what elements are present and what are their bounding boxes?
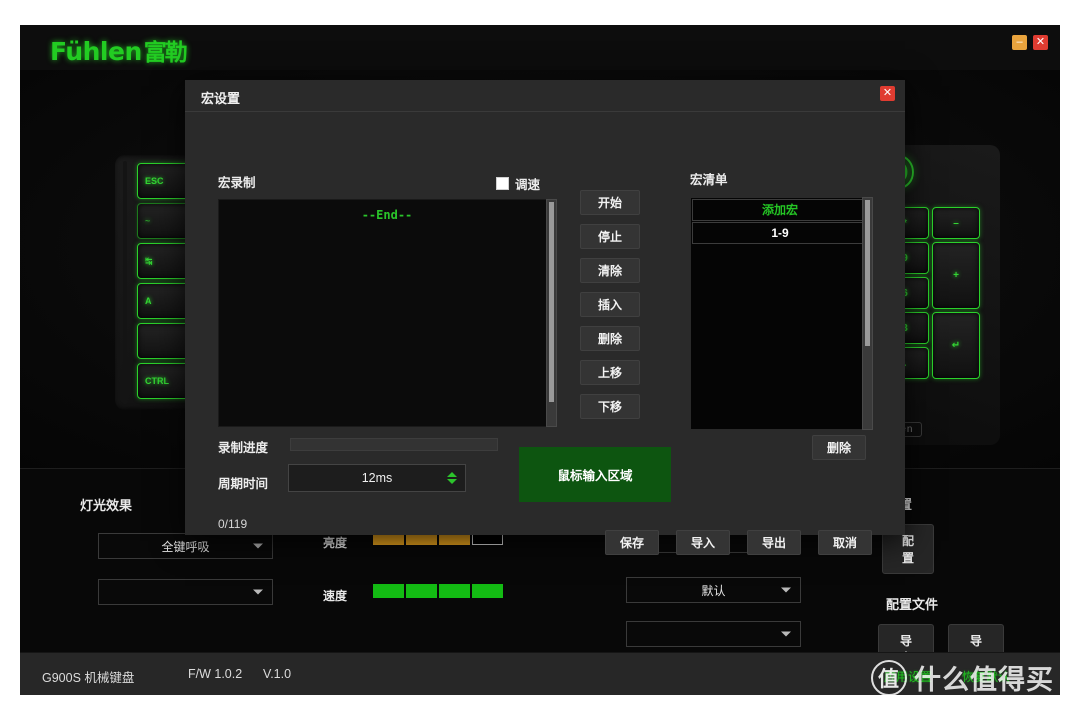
save-button[interactable]: 保存 [605,530,659,555]
status-version: V.1.0 [263,667,292,681]
chevron-down-icon [781,587,791,593]
status-bar: G900S 机械键盘 F/W 1.0.2 V.1.0 应用设置 恢复默认 [20,652,1060,695]
macro-list-label: 宏清单 [690,173,728,187]
status-firmware: F/W 1.0.2 [188,667,243,681]
macro-action-buttons: 开始 停止 清除 插入 删除 上移 下移 [580,190,640,428]
brightness-label: 亮度 [323,536,348,550]
cycle-time-stepper[interactable]: 12ms [288,464,466,492]
delete-row-button[interactable]: 删除 [580,326,640,351]
speed-adjust-checkbox[interactable] [496,177,509,190]
speed-seg[interactable] [439,584,470,598]
chevron-down-icon [253,543,263,549]
stepper-up-icon[interactable] [447,472,457,477]
restore-defaults-link[interactable]: 恢复默认 [962,668,1010,685]
speed-seg[interactable] [472,584,503,598]
lighting-section-title: 灯光效果 [80,498,133,513]
application-window: Fühlen富勒 – ✕ ESC ~ ↹ A CTRL Ⓓ * – [20,25,1060,695]
key-plus[interactable]: + [932,242,980,309]
macro-list-scrollbar[interactable] [862,197,873,430]
lighting-effect-select[interactable]: 全键呼吸 [98,533,273,559]
minimize-icon[interactable]: – [1012,35,1027,50]
mode-select[interactable]: 默认 [626,577,801,603]
dialog-header: 宏设置 ✕ [185,80,905,112]
record-progress-bar [290,438,498,451]
status-device: G900S 机械键盘 [42,671,135,685]
stepper-arrows-icon[interactable] [447,472,457,484]
mode-select-value: 默认 [701,583,726,598]
macro-record-label: 宏录制 [218,176,256,190]
macro-counter: 0/119 [218,517,248,531]
export-button[interactable]: 导出 [747,530,801,555]
speed-label: 速度 [323,589,348,603]
mouse-input-zone[interactable]: 鼠标输入区域 [519,447,671,502]
insert-button[interactable]: 插入 [580,292,640,317]
title-bar: Fühlen富勒 – ✕ [20,25,1060,70]
record-area-scrollbar[interactable] [546,199,557,427]
apply-settings-link[interactable]: 应用设置 [884,668,932,685]
macro-list[interactable]: 添加宏 1-9 [690,197,870,430]
extra-select[interactable] [626,621,801,647]
macro-list-add-item[interactable]: 添加宏 [692,199,868,221]
stop-button[interactable]: 停止 [580,224,640,249]
speed-adjust-checkbox-row[interactable]: 调速 [496,174,540,193]
speed-seg[interactable] [373,584,404,598]
dialog-close-icon[interactable]: ✕ [880,86,895,101]
dialog-footer-buttons: 保存 导入 导出 取消 [605,530,872,555]
scrollbar-thumb[interactable] [549,202,554,402]
lighting-effect-select-2[interactable] [98,579,273,605]
dialog-title: 宏设置 [201,91,241,106]
window-controls: – ✕ [1012,35,1048,50]
brand-logo-latin: Fühlen [50,37,142,66]
cycle-time-label: 周期时间 [218,477,269,491]
macro-settings-dialog: 宏设置 ✕ 宏录制 调速 --End-- 开始 停止 清除 插入 删除 上移 下… [185,80,905,555]
record-progress-label: 录制进度 [218,441,269,455]
key-minus[interactable]: – [932,207,980,239]
move-up-button[interactable]: 上移 [580,360,640,385]
dialog-body: 宏录制 调速 --End-- 开始 停止 清除 插入 删除 上移 下移 宏清单 [185,112,905,555]
lighting-effect-value: 全键呼吸 [161,539,210,554]
profile-section-title: 配置文件 [886,597,939,612]
chevron-down-icon [253,589,263,595]
brand-logo: Fühlen富勒 [50,33,188,67]
move-down-button[interactable]: 下移 [580,394,640,419]
key-enter[interactable]: ↵ [932,312,980,379]
import-button[interactable]: 导入 [676,530,730,555]
record-end-marker: --End-- [361,208,413,222]
speed-adjust-label: 调速 [515,178,541,192]
macro-record-area[interactable]: --End-- [218,199,556,427]
speed-seg[interactable] [406,584,437,598]
close-icon[interactable]: ✕ [1033,35,1048,50]
speed-slider[interactable] [373,584,503,598]
clear-button[interactable]: 清除 [580,258,640,283]
cycle-time-value: 12ms [361,471,393,485]
scrollbar-thumb[interactable] [865,200,870,346]
chevron-down-icon [781,631,791,637]
cancel-button[interactable]: 取消 [818,530,872,555]
brand-logo-cn: 富勒 [143,40,188,66]
start-button[interactable]: 开始 [580,190,640,215]
macro-delete-button[interactable]: 删除 [812,435,866,460]
macro-list-item[interactable]: 1-9 [692,222,868,244]
stepper-down-icon[interactable] [447,479,457,484]
